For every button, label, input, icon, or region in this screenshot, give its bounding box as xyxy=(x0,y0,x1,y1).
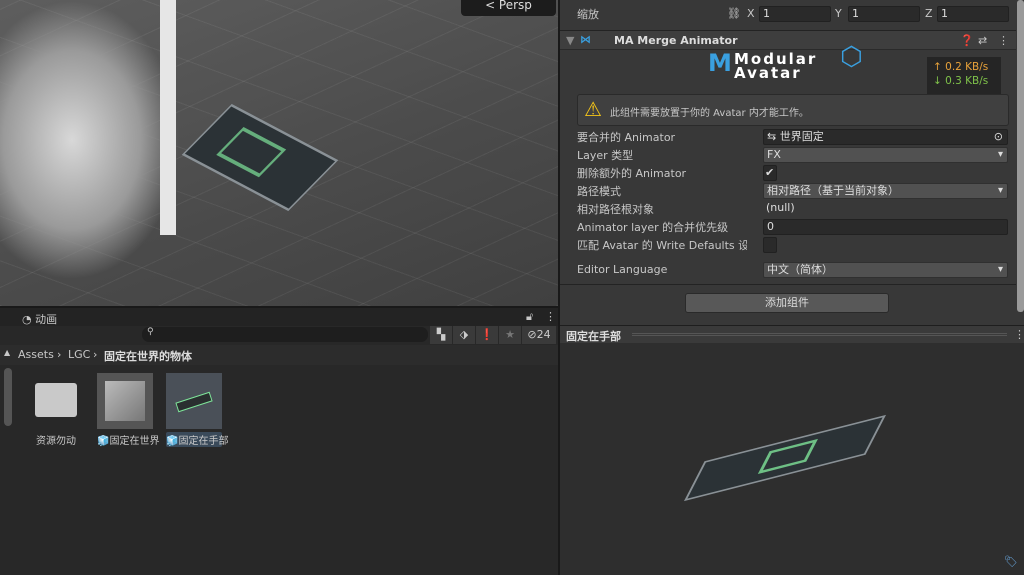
field-label: 路径模式 xyxy=(577,184,621,198)
white-panel xyxy=(160,0,176,235)
more-menu-icon[interactable]: ⋮ xyxy=(998,34,1009,47)
delete-attached-animator-checkbox[interactable]: ✔ xyxy=(763,164,777,181)
scene-view[interactable]: < Persp xyxy=(0,0,558,306)
animation-tab[interactable]: ◔ 动画 xyxy=(22,311,57,327)
hidden-packages-button[interactable]: ⊘24 xyxy=(522,326,556,344)
favorite-icon[interactable]: ★ xyxy=(499,326,521,344)
filter-type-icon[interactable]: ▚ xyxy=(430,326,452,344)
exit-sign-preview xyxy=(683,414,887,502)
field-label: Animator layer 的合并优先级 xyxy=(577,220,729,234)
warning-icon: ⚠ xyxy=(584,97,602,121)
project-panel: ◔ 动画 🔓︎ ⋮ ⚲ ▚ ⬗ ❗ ★ ⊘24 ▲ Assets › LGC ›… xyxy=(0,308,558,575)
breadcrumb: ▲ Assets › LGC › 固定在世界的物体 xyxy=(0,345,558,365)
asset-prefab-selected[interactable]: 🧊固定在手部 xyxy=(166,373,228,447)
network-speed-overlay: ↑ 0.2 KB/s ↓ 0.3 KB/s xyxy=(927,57,1001,95)
folder-icon xyxy=(35,383,77,417)
drag-bar[interactable] xyxy=(632,333,1007,336)
editor-language-dropdown[interactable]: 中文（简体） xyxy=(763,261,1008,278)
relative-path-root-value[interactable]: (null) xyxy=(763,201,1008,217)
scale-x-input[interactable]: 1 xyxy=(759,5,831,22)
avatar-model xyxy=(0,0,180,280)
component-header[interactable]: ▼ ⋈ MA Merge Animator ❓ ⇄ ⋮ xyxy=(560,30,1016,50)
asset-folder[interactable]: 资源勿动 xyxy=(28,373,84,447)
asset-prefab[interactable]: 🧊固定在世界 xyxy=(97,373,159,447)
modular-avatar-logo: M Modular Avatar ⬡ xyxy=(708,42,865,82)
field-label: 删除额外的 Animator xyxy=(577,166,687,180)
error-filter-icon[interactable]: ❗ xyxy=(476,326,498,344)
warning-text: 此组件需要放置于你的 Avatar 内才能工作。 xyxy=(610,108,809,119)
field-label: 相对路径根对象 xyxy=(577,202,654,216)
lock-icon[interactable]: 🔓︎ xyxy=(526,310,533,324)
inspector-panel: 缩放 ⛓ X 1 Y 1 Z 1 ▼ ⋈ MA Merge Animator ❓… xyxy=(560,0,1024,325)
match-write-defaults-checkbox[interactable] xyxy=(763,236,777,253)
scale-label: 缩放 xyxy=(577,7,599,21)
field-label: Layer 类型 xyxy=(577,148,634,162)
add-component-button[interactable]: 添加组件 xyxy=(685,293,889,313)
divider xyxy=(560,284,1016,285)
object-picker-icon: ⊙ xyxy=(993,129,1003,143)
more-menu-icon[interactable]: ⋮ xyxy=(545,310,556,323)
scrollbar[interactable] xyxy=(4,368,12,426)
preview-panel[interactable]: 固定在手部 ⋮ 🏷 xyxy=(560,325,1024,575)
animator-object-field[interactable]: ⇆ 世界固定 ⊙ xyxy=(763,128,1008,145)
cube-icon xyxy=(105,381,145,421)
field-label: Editor Language xyxy=(577,263,668,276)
presets-icon[interactable]: ⇄ xyxy=(978,34,987,47)
component-title: MA Merge Animator xyxy=(614,34,738,47)
label-tag-icon[interactable]: 🏷 xyxy=(1004,555,1018,568)
layer-type-dropdown[interactable]: FX xyxy=(763,146,1008,163)
foldout-arrow-icon[interactable]: ▼ xyxy=(566,34,574,47)
z-label: Z xyxy=(925,7,933,20)
search-input[interactable]: ⚲ xyxy=(142,327,428,342)
link-icon[interactable]: ⛓ xyxy=(727,7,741,20)
filter-label-icon[interactable]: ⬗ xyxy=(453,326,475,344)
more-menu-icon[interactable]: ⋮ xyxy=(1014,328,1024,341)
x-label: X xyxy=(747,7,755,20)
preview-title: 固定在手部 xyxy=(566,330,621,343)
help-icon[interactable]: ❓ xyxy=(960,34,974,47)
warning-box: ⚠ 此组件需要放置于你的 Avatar 内才能工作。 xyxy=(577,94,1009,126)
scroll-up-icon: ▲ xyxy=(4,348,11,357)
layer-priority-input[interactable]: 0 xyxy=(763,218,1008,235)
field-label: 要合并的 Animator xyxy=(577,130,676,144)
field-label: 匹配 Avatar 的 Write Defaults 设 xyxy=(577,238,747,252)
breadcrumb-current[interactable]: 固定在世界的物体 xyxy=(104,348,192,364)
scale-y-input[interactable]: 1 xyxy=(848,5,920,22)
scale-z-input[interactable]: 1 xyxy=(937,5,1009,22)
path-mode-dropdown[interactable]: 相对路径（基于当前对象） xyxy=(763,182,1008,199)
ma-logo-icon: ⋈ xyxy=(580,33,591,46)
scrollbar[interactable] xyxy=(1017,0,1024,312)
camera-mode-label[interactable]: < Persp xyxy=(461,0,556,16)
breadcrumb-assets[interactable]: Assets xyxy=(18,348,54,361)
y-label: Y xyxy=(835,7,842,20)
breadcrumb-lgc[interactable]: LGC xyxy=(68,348,90,361)
